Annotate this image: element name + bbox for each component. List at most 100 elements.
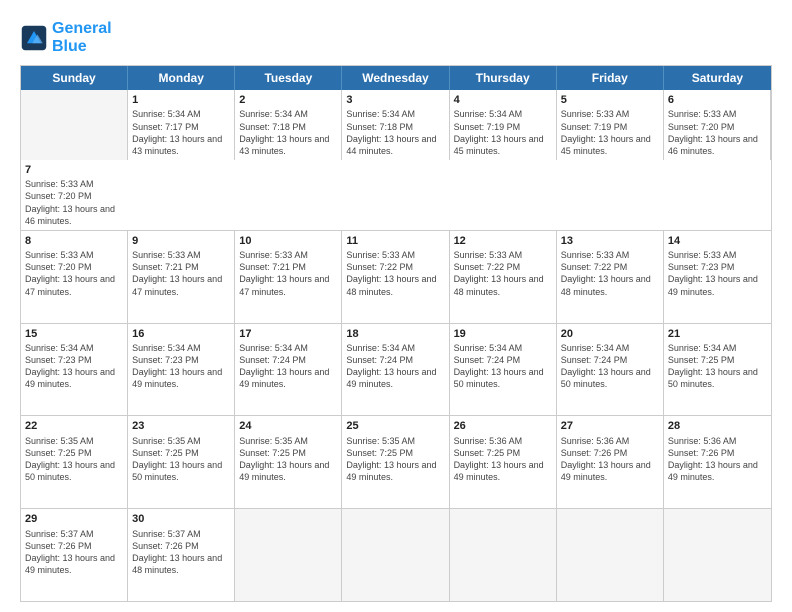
- day-number: 12: [454, 234, 552, 248]
- day-info: Sunrise: 5:34 AMSunset: 7:24 PMDaylight:…: [346, 342, 444, 391]
- day-info: Sunrise: 5:33 AMSunset: 7:22 PMDaylight:…: [561, 249, 659, 298]
- day-number: 15: [25, 327, 123, 341]
- logo-text: General Blue: [52, 20, 112, 55]
- day-info: Sunrise: 5:34 AMSunset: 7:18 PMDaylight:…: [346, 108, 444, 157]
- day-number: 17: [239, 327, 337, 341]
- calendar-cell: 2Sunrise: 5:34 AMSunset: 7:18 PMDaylight…: [235, 90, 342, 160]
- day-info: Sunrise: 5:33 AMSunset: 7:22 PMDaylight:…: [454, 249, 552, 298]
- day-number: 9: [132, 234, 230, 248]
- header-day-tuesday: Tuesday: [235, 66, 342, 90]
- day-number: 7: [25, 163, 124, 177]
- calendar-row-2: 15Sunrise: 5:34 AMSunset: 7:23 PMDayligh…: [21, 323, 771, 416]
- day-number: 14: [668, 234, 767, 248]
- day-number: 8: [25, 234, 123, 248]
- header-day-monday: Monday: [128, 66, 235, 90]
- calendar-cell: 3Sunrise: 5:34 AMSunset: 7:18 PMDaylight…: [342, 90, 449, 160]
- header-day-thursday: Thursday: [450, 66, 557, 90]
- day-info: Sunrise: 5:35 AMSunset: 7:25 PMDaylight:…: [25, 435, 123, 484]
- day-number: 22: [25, 419, 123, 433]
- calendar-cell: 27 Sunrise: 5:36 AMSunset: 7:26 PMDayligh…: [557, 416, 664, 508]
- header-day-sunday: Sunday: [21, 66, 128, 90]
- day-number: 18: [346, 327, 444, 341]
- day-number: 11: [346, 234, 444, 248]
- day-number: 16: [132, 327, 230, 341]
- day-number: 20: [561, 327, 659, 341]
- day-number: 28: [668, 419, 767, 433]
- calendar-cell: [235, 509, 342, 601]
- logo-icon: [20, 24, 48, 52]
- calendar-cell: 13Sunrise: 5:33 AMSunset: 7:22 PMDayligh…: [557, 231, 664, 323]
- logo: General Blue: [20, 20, 112, 55]
- day-info: Sunrise: 5:34 AMSunset: 7:25 PMDaylight:…: [668, 342, 767, 391]
- day-info: Sunrise: 5:35 AMSunset: 7:25 PMDaylight:…: [132, 435, 230, 484]
- day-info: Sunrise: 5:37 AMSunset: 7:26 PMDaylight:…: [25, 528, 123, 577]
- header: General Blue: [20, 20, 772, 55]
- day-info: Sunrise: 5:34 AMSunset: 7:18 PMDaylight:…: [239, 108, 337, 157]
- calendar-cell: 8Sunrise: 5:33 AMSunset: 7:20 PMDaylight…: [21, 231, 128, 323]
- calendar-cell: [21, 90, 128, 160]
- calendar-cell: 4Sunrise: 5:34 AMSunset: 7:19 PMDaylight…: [450, 90, 557, 160]
- calendar-cell: 11Sunrise: 5:33 AMSunset: 7:22 PMDayligh…: [342, 231, 449, 323]
- calendar: SundayMondayTuesdayWednesdayThursdayFrid…: [20, 65, 772, 602]
- day-info: Sunrise: 5:35 AMSunset: 7:25 PMDaylight:…: [346, 435, 444, 484]
- day-info: Sunrise: 5:33 AMSunset: 7:21 PMDaylight:…: [239, 249, 337, 298]
- calendar-cell: 25 Sunrise: 5:35 AMSunset: 7:25 PMDayligh…: [342, 416, 449, 508]
- day-number: 19: [454, 327, 552, 341]
- day-number: 26: [454, 419, 552, 433]
- day-info: Sunrise: 5:33 AMSunset: 7:20 PMDaylight:…: [25, 249, 123, 298]
- day-number: 23: [132, 419, 230, 433]
- calendar-cell: 12Sunrise: 5:33 AMSunset: 7:22 PMDayligh…: [450, 231, 557, 323]
- day-number: 30: [132, 512, 230, 526]
- day-info: Sunrise: 5:37 AMSunset: 7:26 PMDaylight:…: [132, 528, 230, 577]
- header-day-friday: Friday: [557, 66, 664, 90]
- day-info: Sunrise: 5:33 AMSunset: 7:23 PMDaylight:…: [668, 249, 767, 298]
- day-number: 27: [561, 419, 659, 433]
- calendar-cell: 20Sunrise: 5:34 AMSunset: 7:24 PMDayligh…: [557, 324, 664, 416]
- calendar-cell: 7Sunrise: 5:33 AMSunset: 7:20 PMDaylight…: [21, 160, 128, 230]
- day-number: 1: [132, 93, 230, 107]
- day-info: Sunrise: 5:33 AMSunset: 7:21 PMDaylight:…: [132, 249, 230, 298]
- calendar-cell: [342, 509, 449, 601]
- calendar-cell: 24 Sunrise: 5:35 AMSunset: 7:25 PMDayligh…: [235, 416, 342, 508]
- day-info: Sunrise: 5:36 AMSunset: 7:26 PMDaylight:…: [668, 435, 767, 484]
- day-info: Sunrise: 5:33 AMSunset: 7:19 PMDaylight:…: [561, 108, 659, 157]
- day-number: 24: [239, 419, 337, 433]
- calendar-cell: [450, 509, 557, 601]
- calendar-cell: 30 Sunrise: 5:37 AMSunset: 7:26 PMDayligh…: [128, 509, 235, 601]
- day-number: 10: [239, 234, 337, 248]
- calendar-cell: 1Sunrise: 5:34 AMSunset: 7:17 PMDaylight…: [128, 90, 235, 160]
- day-number: 29: [25, 512, 123, 526]
- calendar-cell: 29 Sunrise: 5:37 AMSunset: 7:26 PMDayligh…: [21, 509, 128, 601]
- calendar-cell: 10Sunrise: 5:33 AMSunset: 7:21 PMDayligh…: [235, 231, 342, 323]
- day-number: 4: [454, 93, 552, 107]
- day-number: 5: [561, 93, 659, 107]
- day-info: Sunrise: 5:36 AMSunset: 7:25 PMDaylight:…: [454, 435, 552, 484]
- calendar-row-3: 22 Sunrise: 5:35 AMSunset: 7:25 PMDayligh…: [21, 415, 771, 508]
- calendar-cell: [664, 509, 771, 601]
- header-day-saturday: Saturday: [664, 66, 771, 90]
- day-number: 25: [346, 419, 444, 433]
- calendar-row-4: 29 Sunrise: 5:37 AMSunset: 7:26 PMDayligh…: [21, 508, 771, 601]
- calendar-cell: 23 Sunrise: 5:35 AMSunset: 7:25 PMDayligh…: [128, 416, 235, 508]
- day-info: Sunrise: 5:35 AMSunset: 7:25 PMDaylight:…: [239, 435, 337, 484]
- calendar-row-0: 1Sunrise: 5:34 AMSunset: 7:17 PMDaylight…: [21, 90, 771, 230]
- day-info: Sunrise: 5:36 AMSunset: 7:26 PMDaylight:…: [561, 435, 659, 484]
- calendar-cell: 21Sunrise: 5:34 AMSunset: 7:25 PMDayligh…: [664, 324, 771, 416]
- day-info: Sunrise: 5:34 AMSunset: 7:24 PMDaylight:…: [239, 342, 337, 391]
- calendar-header: SundayMondayTuesdayWednesdayThursdayFrid…: [21, 66, 771, 90]
- day-info: Sunrise: 5:33 AMSunset: 7:20 PMDaylight:…: [668, 108, 766, 157]
- day-info: Sunrise: 5:34 AMSunset: 7:19 PMDaylight:…: [454, 108, 552, 157]
- day-info: Sunrise: 5:34 AMSunset: 7:23 PMDaylight:…: [132, 342, 230, 391]
- day-number: 2: [239, 93, 337, 107]
- page: General Blue SundayMondayTuesdayWednesda…: [0, 0, 792, 612]
- calendar-cell: 14Sunrise: 5:33 AMSunset: 7:23 PMDayligh…: [664, 231, 771, 323]
- day-info: Sunrise: 5:34 AMSunset: 7:17 PMDaylight:…: [132, 108, 230, 157]
- calendar-cell: 9Sunrise: 5:33 AMSunset: 7:21 PMDaylight…: [128, 231, 235, 323]
- day-info: Sunrise: 5:34 AMSunset: 7:23 PMDaylight:…: [25, 342, 123, 391]
- day-info: Sunrise: 5:33 AMSunset: 7:20 PMDaylight:…: [25, 178, 124, 227]
- day-number: 21: [668, 327, 767, 341]
- day-number: 6: [668, 93, 766, 107]
- calendar-cell: 5Sunrise: 5:33 AMSunset: 7:19 PMDaylight…: [557, 90, 664, 160]
- day-info: Sunrise: 5:34 AMSunset: 7:24 PMDaylight:…: [561, 342, 659, 391]
- day-number: 13: [561, 234, 659, 248]
